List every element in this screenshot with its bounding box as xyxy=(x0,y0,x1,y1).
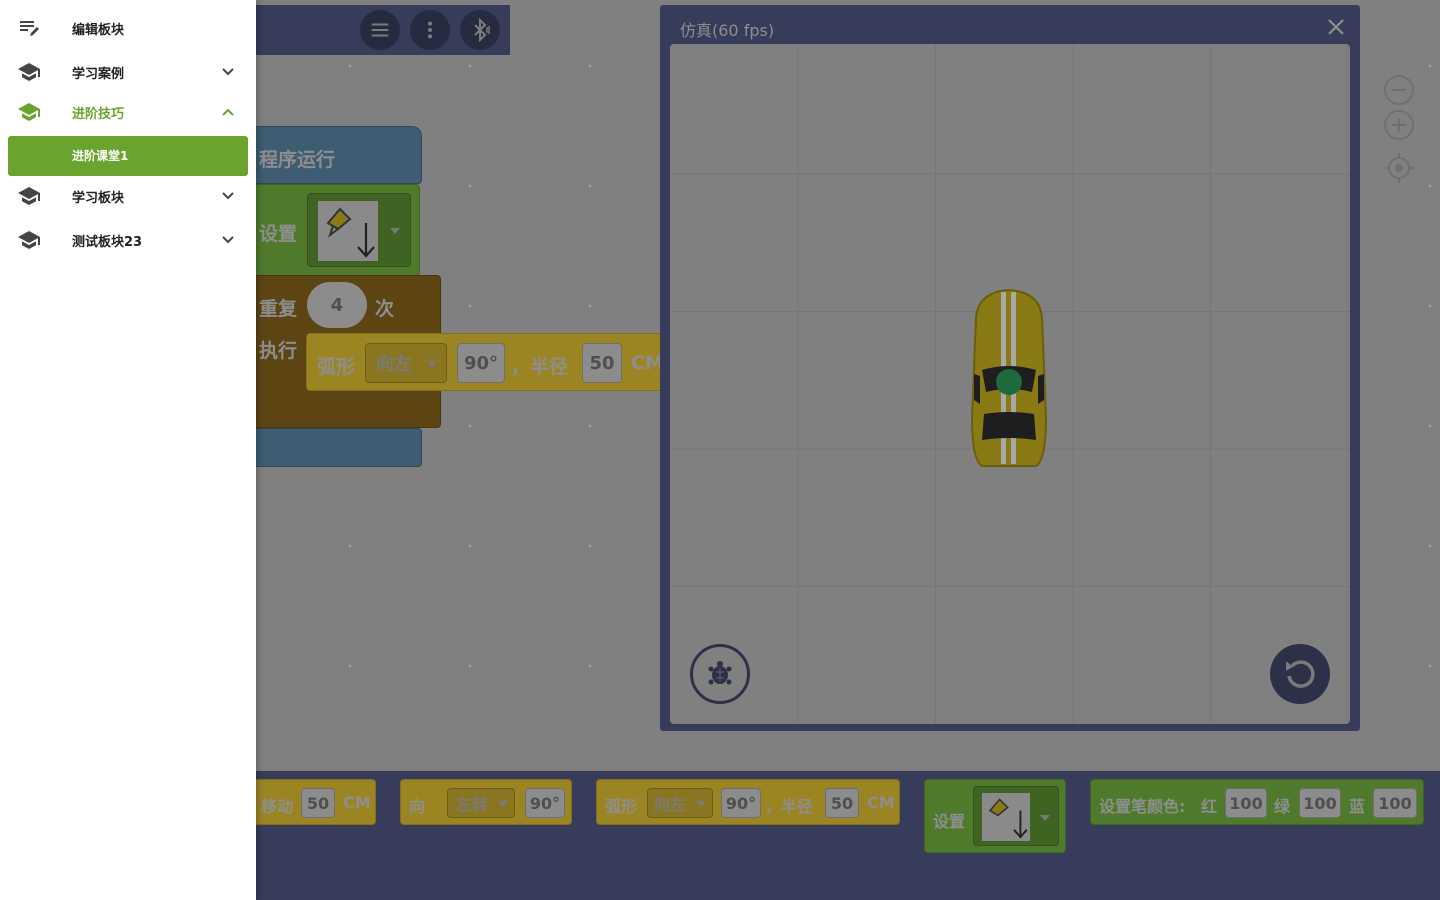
repeat-block[interactable]: 重复 4 次 xyxy=(240,275,441,333)
palette-move-value[interactable]: 50 xyxy=(301,788,335,818)
arc-angle-field[interactable]: 90° xyxy=(457,343,505,383)
arc-direction-caret xyxy=(427,361,437,367)
menu-item-edit-blocks[interactable]: 编辑板块 xyxy=(0,8,256,48)
palette-turn-direction: 左转 xyxy=(456,795,489,814)
menu-item-label: 测试板块23 xyxy=(72,234,143,250)
chevron-up-icon xyxy=(222,108,234,116)
menu-item-label: 学习板块 xyxy=(72,190,125,206)
chevron-down-icon xyxy=(222,68,234,76)
arc-direction-value: 向左 xyxy=(376,354,412,375)
arc-block[interactable]: 弧形 向左 90° ，半径 50 CM xyxy=(306,333,666,391)
palette-arc-direction: 向左 xyxy=(654,795,687,814)
palette-move-label: 移动 xyxy=(261,797,294,816)
school-icon xyxy=(18,63,40,81)
palette-arc-label: 弧形 xyxy=(605,797,638,816)
pen-color-label: 设置笔颜色: xyxy=(1099,797,1186,816)
turtle-icon xyxy=(708,661,732,685)
event-block-label: 程序运行 xyxy=(259,149,336,171)
palette-turn-dropdown[interactable]: 左转 xyxy=(447,788,515,818)
palette-arc-block[interactable]: 弧形 向左 90° ，半径 50 CM xyxy=(596,779,900,825)
palette-turn-caret xyxy=(498,801,508,807)
menu-item-test-blocks[interactable]: 测试板块23 xyxy=(0,220,256,260)
more-button[interactable] xyxy=(410,10,450,50)
menu-item-advanced-skills[interactable]: 进阶技巧 xyxy=(0,92,256,132)
bluetooth-button[interactable] xyxy=(460,10,500,50)
more-vert-icon xyxy=(427,21,433,39)
pen-color-red-field[interactable]: 100 xyxy=(1225,788,1267,818)
arc-direction-dropdown[interactable]: 向左 xyxy=(365,343,447,383)
menu-item-label: 学习案例 xyxy=(72,66,125,82)
reset-icon xyxy=(1286,660,1315,688)
event-block[interactable]: 程序运行 xyxy=(240,126,422,184)
palette-set-label: 设置 xyxy=(933,812,966,831)
block-palette: 移动 50 CM 向 左转 90° 弧形 向左 90° ，半径 50 CM 设置… xyxy=(240,771,1440,900)
palette-turn-block[interactable]: 向 左转 90° xyxy=(400,779,572,825)
simulation-panel: 仿真(60 fps) xyxy=(660,5,1360,731)
palette-set-block[interactable]: 设置 xyxy=(924,779,1066,853)
palette-turn-label: 向 xyxy=(409,797,426,816)
navigation-drawer: 编辑板块 学习案例 进阶技巧 进阶课堂1 学习板块 测试板块23 xyxy=(0,0,256,900)
arc-radius-field[interactable]: 50 xyxy=(582,343,622,383)
bluetooth-icon xyxy=(474,18,490,42)
arc-unit-label: CM xyxy=(631,352,664,374)
pen-color-red-label: 红 xyxy=(1201,797,1218,816)
top-toolbar xyxy=(240,5,510,55)
palette-arc-radius[interactable]: 50 xyxy=(825,788,859,818)
menu-item-label: 进阶技巧 xyxy=(72,106,125,122)
pen-color-blue-field[interactable]: 100 xyxy=(1373,788,1417,818)
pen-color-green-label: 绿 xyxy=(1274,797,1291,816)
turtle-toggle-button[interactable] xyxy=(690,644,750,704)
sub-item-label: 进阶课堂1 xyxy=(72,149,129,163)
school-icon xyxy=(18,103,40,121)
palette-arc-radius-label: ，半径 xyxy=(765,797,814,816)
pen-color-blue-label: 蓝 xyxy=(1349,797,1366,816)
repeat-unit: 次 xyxy=(375,298,395,320)
arc-block-label: 弧形 xyxy=(317,356,356,378)
chevron-down-icon xyxy=(222,192,234,200)
palette-arc-unit: CM xyxy=(867,793,895,812)
palette-pen-color-block[interactable]: 设置笔颜色: 红 100 绿 100 蓝 100 xyxy=(1090,779,1424,825)
pen-color-green-field[interactable]: 100 xyxy=(1299,788,1341,818)
palette-arc-caret xyxy=(696,801,706,807)
school-icon xyxy=(18,187,40,205)
close-icon[interactable] xyxy=(1324,15,1348,39)
palette-arc-angle[interactable]: 90° xyxy=(721,788,761,818)
menu-icon xyxy=(371,23,389,37)
repeat-label: 重复 xyxy=(259,298,298,320)
simulation-title: 仿真(60 fps) xyxy=(680,21,775,40)
sub-item-advanced-class-1[interactable]: 进阶课堂1 xyxy=(8,136,248,176)
menu-item-study-blocks[interactable]: 学习板块 xyxy=(0,176,256,216)
palette-pen-dropdown[interactable] xyxy=(973,786,1059,846)
recenter-icon[interactable] xyxy=(1383,152,1415,184)
arc-radius-label: ，半径 xyxy=(511,356,569,378)
palette-arc-dropdown[interactable]: 向左 xyxy=(647,788,713,818)
palette-turn-angle[interactable]: 90° xyxy=(525,788,565,818)
palette-pen-caret xyxy=(1040,815,1050,821)
menu-button[interactable] xyxy=(360,10,400,50)
pen-image-dropdown[interactable] xyxy=(307,193,411,267)
repeat-count-field[interactable]: 4 xyxy=(307,282,367,328)
set-pen-block[interactable]: 设置 xyxy=(240,184,420,276)
repeat-block-foot xyxy=(240,390,441,428)
do-label: 执行 xyxy=(259,340,298,362)
pen-down-icon xyxy=(318,201,378,261)
palette-move-block[interactable]: 移动 50 CM xyxy=(240,779,376,825)
school-icon xyxy=(18,231,40,249)
car-sprite xyxy=(970,288,1048,467)
edit-list-icon xyxy=(20,21,39,36)
set-block-label: 设置 xyxy=(259,223,298,245)
pen-dropdown-caret xyxy=(390,228,400,234)
simulation-canvas[interactable] xyxy=(670,44,1350,724)
menu-item-label: 编辑板块 xyxy=(72,22,125,38)
palette-move-unit: CM xyxy=(343,793,371,812)
event-block-foot xyxy=(240,428,422,467)
menu-item-study-cases[interactable]: 学习案例 xyxy=(0,52,256,92)
zoom-in-icon[interactable] xyxy=(1383,109,1415,141)
zoom-out-icon[interactable] xyxy=(1383,74,1415,106)
chevron-down-icon xyxy=(222,236,234,244)
reset-button[interactable] xyxy=(1270,644,1330,704)
palette-pen-down-icon xyxy=(982,793,1030,841)
